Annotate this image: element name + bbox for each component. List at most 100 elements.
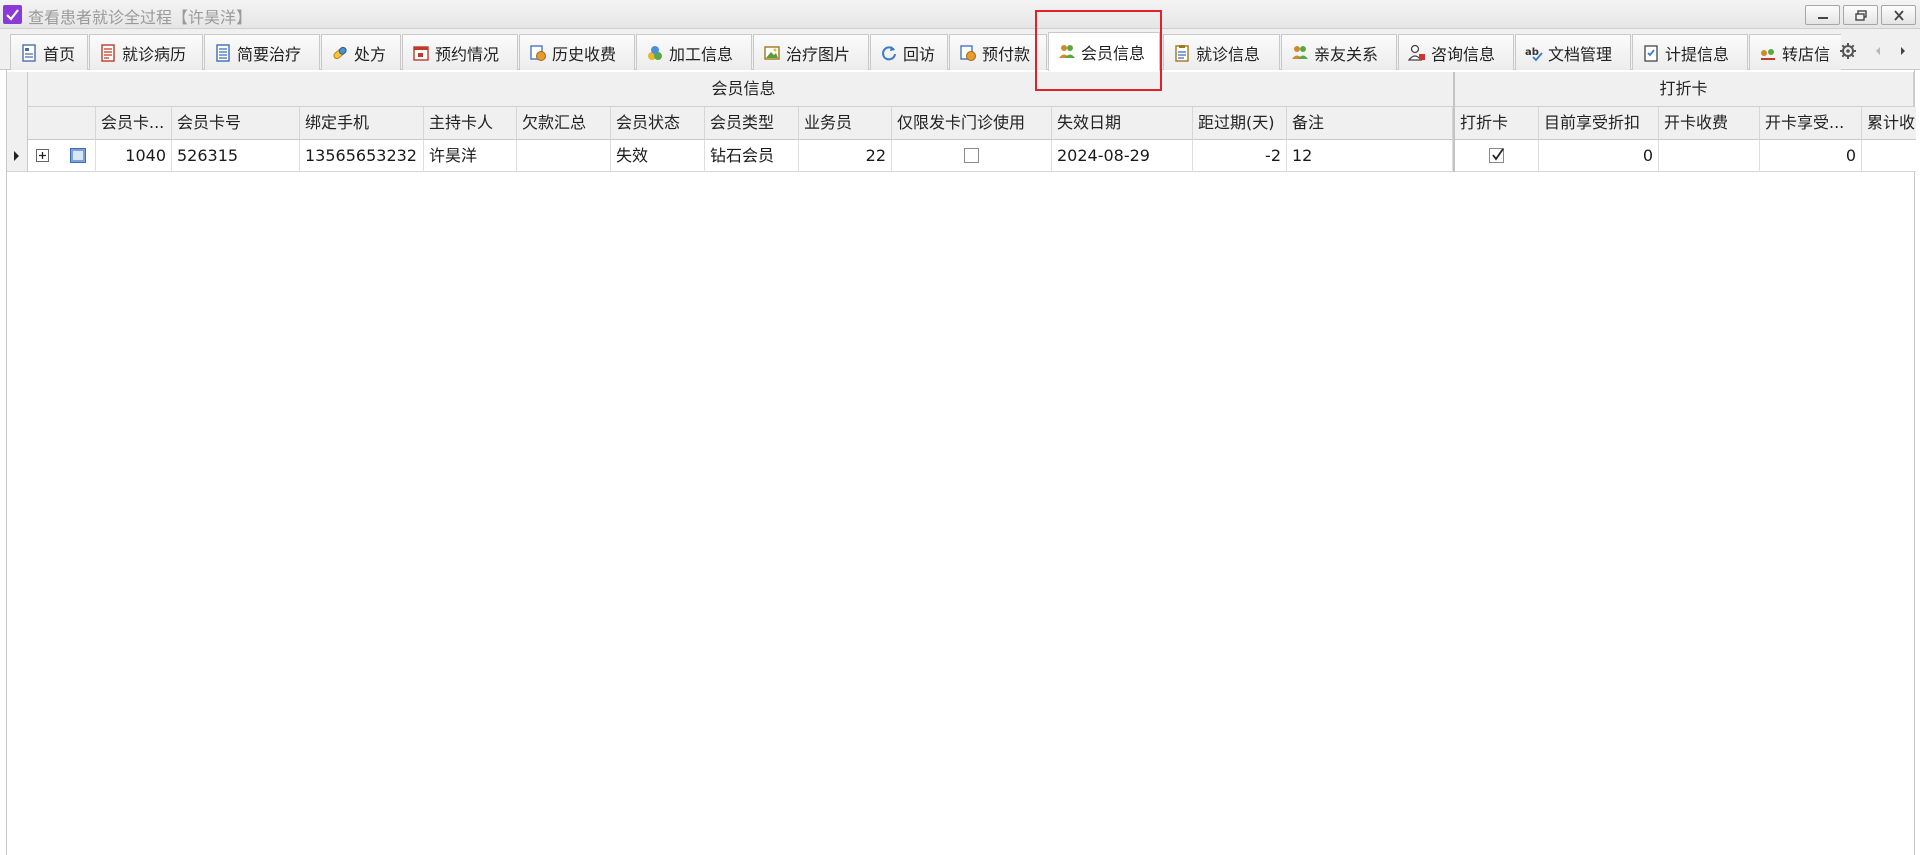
title-bar: 查看患者就诊全过程【许昊洋】	[0, 0, 1920, 29]
tab-label: 亲友关系	[1314, 44, 1379, 64]
table-cell-clinic-only[interactable]	[892, 140, 1052, 172]
table-cell-remark[interactable]: 12	[1287, 140, 1453, 172]
clinic-only-checkbox[interactable]	[964, 147, 979, 163]
table-cell-type[interactable]: 钻石会员	[705, 140, 799, 172]
tab-label: 加工信息	[669, 44, 734, 64]
tab-label: 转店信	[1782, 44, 1831, 64]
fee-history-icon	[529, 44, 547, 62]
expand-plus-icon[interactable]	[36, 149, 50, 163]
tab-document-management[interactable]: ab 文档管理	[1515, 34, 1631, 70]
col-debt[interactable]: 欠款汇总	[517, 107, 611, 140]
checklist-icon	[1642, 44, 1660, 62]
relatives-icon	[1291, 44, 1309, 62]
table-cell-staff[interactable]: 22	[799, 140, 892, 172]
tab-accrual-info[interactable]: 计提信息	[1632, 34, 1748, 70]
restore-icon	[1855, 10, 1867, 21]
col-staff[interactable]: 业务员	[799, 107, 892, 140]
close-icon	[1894, 10, 1904, 21]
tab-relatives[interactable]: 亲友关系	[1281, 34, 1397, 70]
col-type[interactable]: 会员类型	[705, 107, 799, 140]
tab-visit-info[interactable]: 就诊信息	[1163, 34, 1280, 70]
table-cell-phone[interactable]: 13565653232	[300, 140, 424, 172]
grid-corner	[7, 72, 28, 140]
table-cell-card-level[interactable]: 1040	[96, 140, 172, 172]
prepay-icon	[959, 44, 977, 62]
tab-brief-treatment[interactable]: 简要治疗	[204, 34, 320, 70]
table-cell-status[interactable]: 失效	[611, 140, 705, 172]
tab-label: 回访	[903, 44, 936, 64]
discount-card-checkbox[interactable]	[1489, 147, 1504, 163]
col-status[interactable]: 会员状态	[611, 107, 705, 140]
tab-member-info[interactable]: 会员信息	[1048, 32, 1160, 71]
app-check-icon	[3, 5, 22, 24]
col-current-discount[interactable]: 目前享受折扣	[1539, 107, 1659, 140]
tab-fee-history[interactable]: 历史收费	[519, 34, 635, 70]
tab-medical-record[interactable]: 就诊病历	[89, 34, 203, 70]
row-pointer-icon	[14, 151, 19, 161]
tab-follow-up[interactable]: 回访	[870, 34, 948, 70]
minimize-icon	[1818, 17, 1828, 19]
table-cell-holder[interactable]: 许昊洋	[424, 140, 517, 172]
window-title: 查看患者就诊全过程【许昊洋】	[28, 8, 253, 27]
tab-label: 预约情况	[435, 44, 500, 64]
table-cell-debt[interactable]	[517, 140, 611, 172]
tab-strip: 首页 就诊病历 简要治疗 处方 预约情况 历史收费 加工信息 治疗图片 回访 预…	[0, 29, 1920, 71]
row-indicator[interactable]	[7, 140, 28, 172]
tab-label: 首页	[43, 44, 76, 64]
transfer-icon	[1759, 44, 1777, 62]
tab-label: 文档管理	[1548, 44, 1613, 64]
member-grid: 会员信息 打折卡 会员卡... 会员卡号 绑定手机 主持卡人 欠款汇总 会员状态…	[6, 70, 1916, 855]
col-expire[interactable]: 失效日期	[1052, 107, 1193, 140]
band-member-info: 会员信息	[28, 72, 1460, 107]
col-days-overdue[interactable]: 距过期(天)	[1193, 107, 1287, 140]
table-cell-days-overdue[interactable]: -2	[1193, 140, 1287, 172]
restore-button[interactable]	[1843, 5, 1878, 25]
col-remark[interactable]: 备注	[1287, 107, 1453, 140]
tab-label: 会员信息	[1081, 44, 1146, 63]
col-expand[interactable]	[28, 107, 96, 140]
medical-record-icon	[99, 43, 117, 62]
tab-label: 就诊信息	[1196, 44, 1261, 64]
table-cell-open-fee[interactable]	[1659, 140, 1760, 172]
col-clinic-only[interactable]: 仅限发卡门诊使用	[892, 107, 1052, 140]
tab-label: 计提信息	[1665, 44, 1730, 64]
tab-label: 历史收费	[552, 44, 617, 64]
table-cell-accumulated[interactable]	[1862, 140, 1916, 172]
col-open-enjoy[interactable]: 开卡享受...	[1760, 107, 1862, 140]
image-icon	[763, 44, 781, 62]
home-doc-icon	[20, 43, 38, 62]
scroll-right-icon[interactable]	[1893, 41, 1913, 61]
row-tools-cell	[28, 140, 96, 172]
notes-icon	[214, 43, 232, 62]
consult-user-icon	[1408, 44, 1426, 62]
close-button[interactable]	[1881, 5, 1916, 25]
table-cell-discount-card[interactable]	[1455, 140, 1539, 172]
svg-text:ab: ab	[1525, 47, 1539, 58]
col-holder[interactable]: 主持卡人	[424, 107, 517, 140]
tab-processing[interactable]: 加工信息	[636, 34, 752, 70]
col-open-fee[interactable]: 开卡收费	[1659, 107, 1760, 140]
tab-appointments[interactable]: 预约情况	[402, 34, 518, 70]
gear-icon[interactable]	[1838, 41, 1858, 61]
tab-prepayment[interactable]: 预付款	[949, 34, 1047, 70]
col-accumulated[interactable]: 累计收	[1862, 107, 1916, 140]
calendar-icon	[412, 44, 430, 62]
table-cell-card-no[interactable]: 526315	[172, 140, 300, 172]
table-cell-current-discount[interactable]: 0	[1539, 140, 1659, 172]
tab-treatment-images[interactable]: 治疗图片	[753, 34, 869, 70]
col-card-level[interactable]: 会员卡...	[96, 107, 172, 140]
table-cell-expire[interactable]: 2024-08-29	[1052, 140, 1193, 172]
tab-store-transfer[interactable]: 转店信	[1749, 34, 1841, 70]
minimize-button[interactable]	[1805, 5, 1840, 25]
col-card-no[interactable]: 会员卡号	[172, 107, 300, 140]
tab-home[interactable]: 首页	[10, 34, 88, 70]
band-divider	[1453, 72, 1455, 172]
tab-consultation[interactable]: 咨询信息	[1398, 34, 1514, 70]
scroll-left-icon[interactable]	[1868, 41, 1888, 61]
table-cell-open-enjoy[interactable]: 0	[1760, 140, 1862, 172]
tab-prescription[interactable]: 处方	[321, 34, 401, 70]
col-discount-card[interactable]: 打折卡	[1455, 107, 1539, 140]
col-phone[interactable]: 绑定手机	[300, 107, 424, 140]
detail-grid-icon[interactable]	[70, 148, 86, 163]
tab-label: 预付款	[982, 44, 1031, 64]
